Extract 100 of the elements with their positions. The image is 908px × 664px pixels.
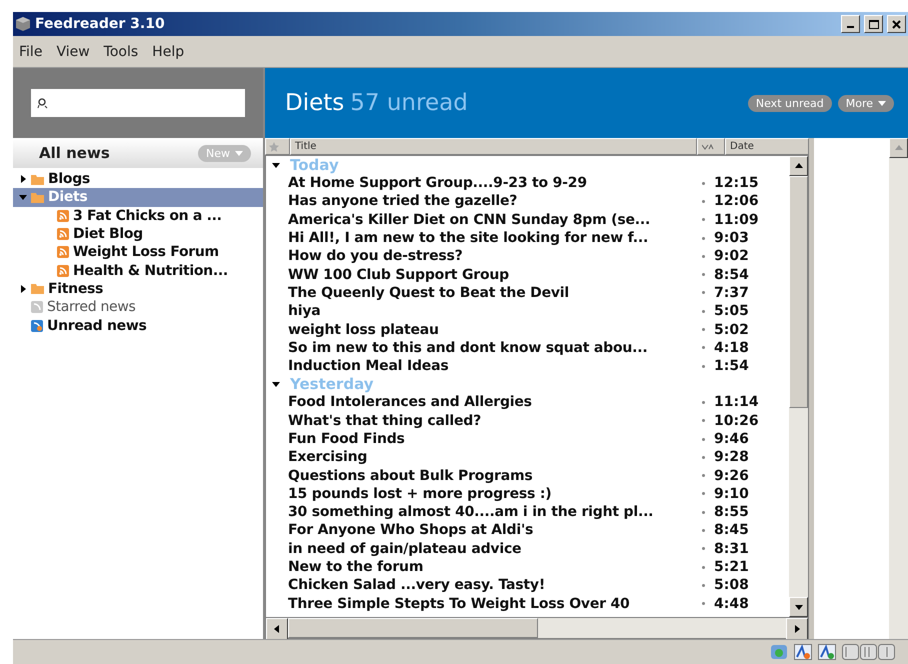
status-dot [702, 346, 705, 350]
article-title[interactable]: Hi All!, I am new to the site looking for new f... [266, 230, 700, 246]
maximize-icon [868, 20, 878, 28]
star-column-header[interactable] [265, 138, 290, 155]
article-title[interactable]: Has anyone tried the gazelle? [266, 193, 700, 210]
article-title[interactable]: Chicken Salad ...very easy. Tasty! [266, 577, 700, 594]
article-date: 4:18 [714, 340, 749, 356]
tree-item[interactable]: Health & Nutrition... [13, 261, 263, 280]
layout-icon[interactable] [842, 644, 896, 660]
article-title[interactable]: Questions about Bulk Programs [266, 468, 700, 484]
article-title[interactable]: weight loss plateau [266, 322, 700, 338]
unread-count: 57 unread [350, 90, 469, 116]
feed-icon [31, 301, 43, 314]
article-title[interactable]: At Home Support Group....9-23 to 9-29 [266, 175, 700, 192]
tree-item[interactable]: Blogs [13, 170, 263, 188]
article-date: 1:54 [714, 358, 749, 374]
column-header[interactable]: Title [290, 138, 697, 155]
sort-icon [702, 142, 714, 150]
article-date: 10:26 [714, 412, 759, 429]
article-title[interactable]: 30 something almost 40....am i in the right pl... [266, 504, 700, 520]
menu-item[interactable]: Help [152, 44, 184, 60]
status-dot [702, 438, 705, 440]
feed-icon [57, 228, 69, 240]
article-date: 5:05 [714, 303, 749, 320]
tree-item[interactable]: Weight Loss Forum [13, 243, 263, 262]
caret-icon [878, 99, 886, 107]
article-date: 5:02 [714, 322, 749, 338]
arrow-up-icon [794, 162, 802, 170]
article-title[interactable]: What's that thing called? [266, 412, 700, 429]
article-title[interactable]: For Anyone Who Shops at Aldi's [266, 522, 700, 538]
article-title[interactable]: New to the forum [266, 559, 700, 576]
minimize-button[interactable] [841, 15, 860, 33]
status-dot [702, 291, 705, 294]
tree-title: All news [39, 144, 110, 162]
scroll-up-button[interactable] [889, 138, 908, 158]
status-dot [702, 182, 705, 185]
expand-arrow-icon [19, 284, 27, 293]
article-date: 9:46 [714, 431, 749, 447]
article-date: 9:02 [714, 248, 749, 264]
sort-column-header[interactable] [697, 138, 725, 155]
status-dot [702, 200, 705, 203]
feed-icon [31, 320, 43, 332]
status-dot [702, 492, 705, 496]
article-title[interactable]: Three Simple Stepts To Weight Loss Over 40 [266, 596, 700, 612]
group-label: Today [290, 156, 339, 174]
article-date: 8:45 [714, 522, 749, 538]
menu-item[interactable]: File [19, 44, 42, 60]
status-dot [702, 474, 705, 478]
arrow-up-icon [894, 144, 902, 152]
search-icon [37, 98, 48, 108]
article-title[interactable]: hiya [266, 303, 700, 320]
article-title[interactable]: America's Killer Diet on CNN Sunday 8pm (se... [266, 212, 700, 228]
status-dot [702, 528, 705, 532]
article-title[interactable]: So im new to this and dont know squat abou... [266, 340, 700, 356]
font-larger-icon[interactable] [818, 644, 836, 660]
status-dot [702, 310, 705, 313]
article-date: 8:54 [714, 266, 749, 283]
status-dot [702, 419, 705, 422]
article-title[interactable]: The Queenly Quest to Beat the Devil [266, 284, 700, 301]
article-title[interactable]: in need of gain/plateau advice [266, 540, 700, 557]
collapse-arrow-icon [272, 380, 280, 388]
search-field[interactable] [31, 89, 245, 117]
article-title[interactable]: Food Intolerances and Allergies [266, 394, 700, 410]
folder-icon [31, 192, 44, 203]
article-title[interactable]: How do you de-stress? [266, 248, 700, 264]
status-dot [702, 584, 705, 587]
article-title[interactable]: Exercising [266, 449, 700, 466]
scroll-down-button[interactable] [789, 597, 808, 617]
article-date: 7:37 [714, 284, 749, 301]
collapse-arrow-icon [272, 161, 280, 169]
tree-item[interactable]: Unread news [13, 316, 263, 335]
status-dot [702, 328, 705, 332]
scroll-thumb[interactable] [789, 176, 808, 408]
article-title[interactable]: Fun Food Finds [266, 431, 700, 447]
scroll-up-button[interactable] [789, 156, 808, 176]
article-title[interactable]: Induction Meal Ideas [266, 358, 700, 374]
tree-item[interactable]: 3 Fat Chicks on a ... [13, 206, 263, 225]
scroll-thumb[interactable] [288, 618, 538, 638]
column-header[interactable]: Date [725, 138, 809, 155]
status-dot [702, 510, 705, 514]
status-dot [702, 254, 705, 258]
article-date: 8:55 [714, 504, 749, 520]
font-smaller-icon[interactable] [794, 644, 812, 660]
arrow-left-icon [273, 625, 281, 633]
scroll-left-button[interactable] [266, 618, 288, 640]
status-dot [702, 236, 705, 240]
tree-item[interactable]: Starred news [13, 298, 263, 316]
menu-item[interactable]: Tools [104, 44, 138, 60]
article-title[interactable]: 15 pounds lost + more progress :) [266, 486, 700, 502]
status-dot [702, 566, 705, 569]
article-title[interactable]: WW 100 Club Support Group [266, 266, 700, 283]
article-date: 9:03 [714, 230, 749, 246]
tree-item[interactable]: Fitness [13, 280, 263, 298]
arrow-down-icon [794, 603, 802, 611]
maximize-button[interactable] [864, 15, 883, 33]
close-button[interactable] [887, 15, 906, 33]
menu-item[interactable]: View [56, 44, 90, 60]
tree-item[interactable]: Diet Blog [13, 224, 263, 244]
close-icon [892, 20, 901, 28]
scroll-right-button[interactable] [786, 618, 808, 640]
